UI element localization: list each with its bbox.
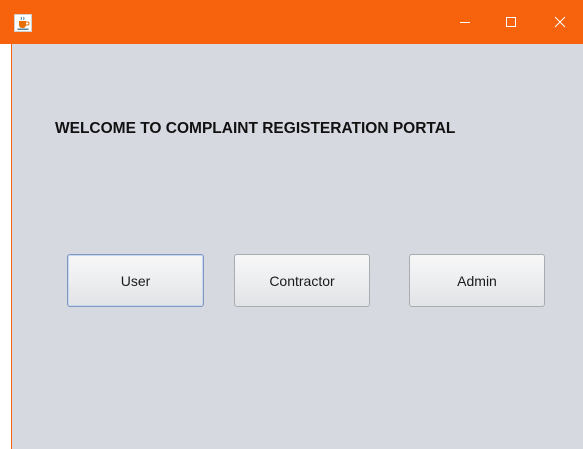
- main-panel: WELCOME TO COMPLAINT REGISTERATION PORTA…: [12, 44, 583, 449]
- title-bar[interactable]: [0, 0, 583, 44]
- close-icon: [554, 16, 566, 28]
- page-title: WELCOME TO COMPLAINT REGISTERATION PORTA…: [55, 120, 456, 137]
- window-left-margin: [0, 44, 11, 449]
- java-coffee-icon[interactable]: [14, 14, 32, 32]
- user-button[interactable]: User: [67, 254, 204, 307]
- contractor-button[interactable]: Contractor: [234, 254, 370, 307]
- minimize-button[interactable]: [442, 0, 488, 44]
- maximize-button[interactable]: [488, 0, 534, 44]
- close-button[interactable]: [537, 0, 583, 44]
- maximize-icon: [505, 16, 517, 28]
- admin-button[interactable]: Admin: [409, 254, 545, 307]
- minimize-icon: [459, 16, 471, 28]
- application-window: WELCOME TO COMPLAINT REGISTERATION PORTA…: [0, 0, 583, 449]
